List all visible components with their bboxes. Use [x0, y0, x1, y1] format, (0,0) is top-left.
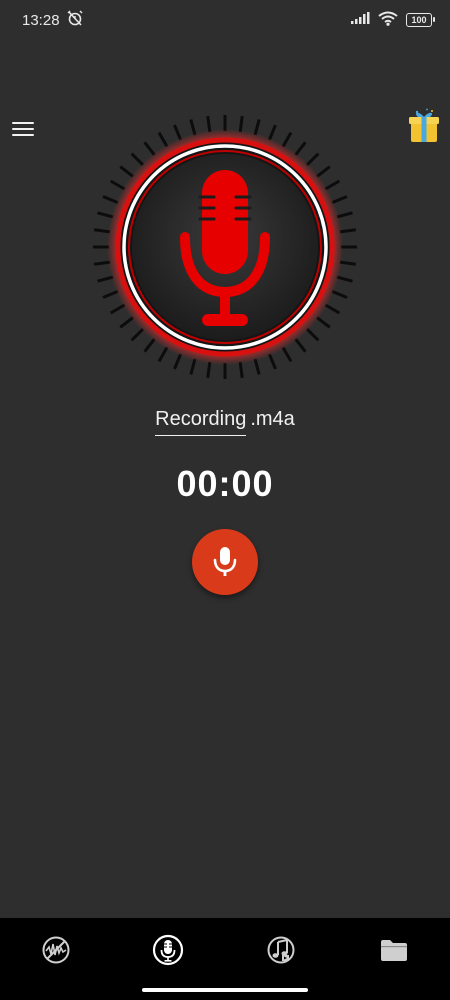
level-tick: [189, 358, 197, 375]
level-tick: [238, 361, 244, 379]
level-tick: [268, 124, 277, 141]
level-tick: [316, 165, 331, 178]
level-tick: [305, 152, 320, 167]
level-tick: [316, 316, 331, 329]
level-tick: [339, 228, 357, 234]
level-tick: [281, 131, 293, 148]
level-tick: [173, 124, 182, 141]
level-tick: [130, 327, 145, 342]
level-tick: [339, 260, 357, 266]
status-left: 13:28: [0, 9, 84, 31]
level-tick: [119, 165, 134, 178]
menu-button[interactable]: [12, 118, 34, 138]
level-tick: [324, 303, 341, 315]
file-name-input[interactable]: Recording: [155, 408, 247, 436]
level-tick: [281, 346, 293, 363]
level-tick: [109, 179, 126, 191]
level-tick: [97, 275, 114, 283]
nav-item-files[interactable]: [378, 934, 410, 966]
level-tick: [93, 228, 111, 234]
signal-icon: [350, 11, 370, 29]
level-tick: [97, 211, 114, 219]
file-name-row: Recording .m4a: [0, 408, 450, 436]
level-tick: [130, 152, 145, 167]
nav-item-noise[interactable]: [40, 934, 72, 966]
level-tick: [324, 179, 341, 191]
level-tick: [294, 338, 307, 353]
gift-icon: [409, 108, 439, 142]
waveform-off-icon: [42, 936, 70, 964]
recording-timer: 00:00: [176, 463, 274, 504]
level-tick: [173, 353, 182, 370]
level-tick: [294, 141, 307, 156]
hamburger-menu-icon: [12, 121, 34, 124]
microphone-icon: [152, 934, 184, 966]
level-tick: [157, 131, 169, 148]
wifi-icon: [378, 11, 398, 30]
level-tick: [102, 195, 119, 204]
nav-item-recorder[interactable]: [152, 934, 184, 966]
folder-icon: [381, 940, 407, 961]
level-tick: [238, 115, 244, 133]
level-tick: [206, 361, 212, 379]
record-button[interactable]: [192, 529, 258, 595]
level-tick: [143, 141, 156, 156]
status-time: 13:28: [22, 11, 60, 29]
gift-button[interactable]: [408, 108, 440, 144]
level-tick: [305, 327, 320, 342]
level-tick: [206, 115, 212, 133]
battery-level: 100: [411, 15, 427, 25]
level-tick: [189, 119, 197, 136]
status-bar: 13:28 100: [0, 0, 450, 40]
level-tick: [336, 275, 353, 283]
level-tick: [157, 346, 169, 363]
level-tick: [119, 316, 134, 329]
status-right: 100: [350, 11, 450, 30]
level-tick: [253, 358, 261, 375]
battery-icon: 100: [406, 13, 435, 27]
nav-item-music[interactable]: [265, 934, 297, 966]
alarm-off-icon: [66, 9, 84, 31]
level-tick: [93, 260, 111, 266]
level-tick: [331, 195, 348, 204]
level-tick: [143, 338, 156, 353]
recorder-visualizer: [93, 115, 357, 379]
home-indicator[interactable]: [142, 988, 308, 992]
level-tick: [331, 290, 348, 299]
level-tick: [268, 353, 277, 370]
level-tick: [102, 290, 119, 299]
file-extension: .m4a: [250, 408, 295, 430]
microphone-icon: [213, 547, 237, 576]
level-tick: [336, 211, 353, 219]
level-tick: [109, 303, 126, 315]
music-note-icon: [267, 936, 295, 964]
level-tick: [253, 119, 261, 136]
